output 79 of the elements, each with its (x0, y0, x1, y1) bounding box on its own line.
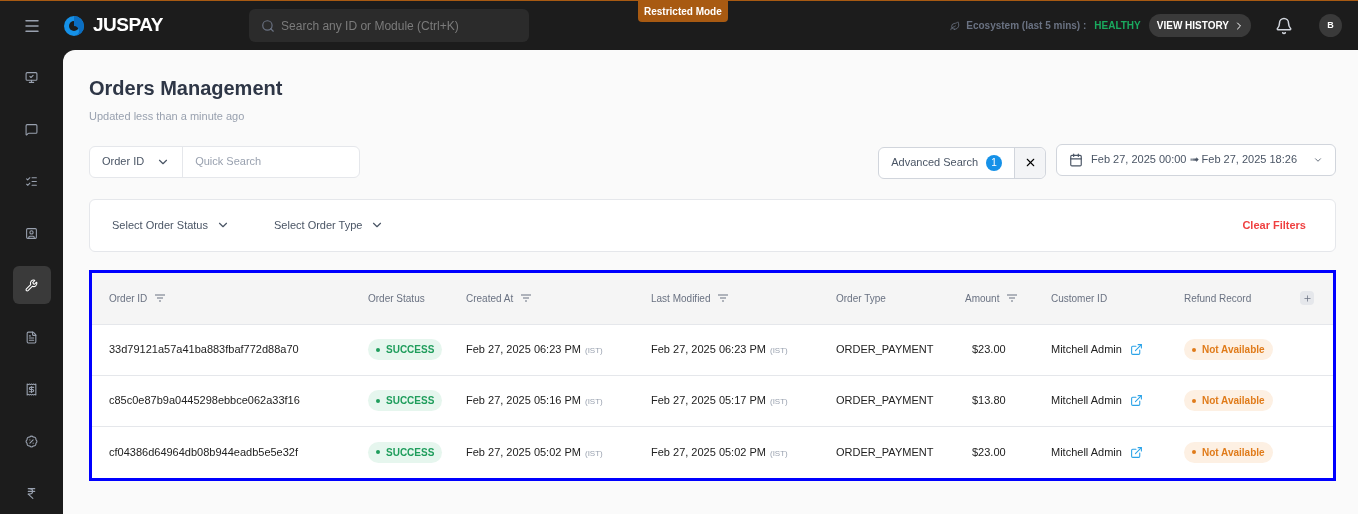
table-cell: $23.00 (972, 445, 1006, 458)
quick-search-field[interactable]: Order ID Quick Search (89, 145, 360, 178)
table-cell-text: Feb 27, 2025 06:23 PM (651, 342, 766, 358)
page-title: Orders Management (89, 76, 284, 100)
filter-icon[interactable] (521, 294, 532, 302)
calendar-icon (1069, 152, 1084, 167)
table-cell-text: Mitchell Admin (1051, 393, 1122, 409)
close-button[interactable] (1014, 147, 1046, 178)
column-header: Last Modified (651, 291, 711, 306)
timezone-label: (IST) (584, 345, 603, 358)
ecosystem-label: Ecosystem (last 5 mins) : (966, 19, 1087, 33)
table-cell: cf04386d64964db08b944eadb5e5e32f (109, 445, 299, 458)
table-cell: ORDER_PAYMENT (836, 343, 934, 356)
health-status: HEALTHY (1094, 19, 1141, 33)
column-header: Customer ID (1051, 291, 1108, 306)
filter-icon[interactable] (1007, 294, 1018, 302)
percent-icon (25, 434, 38, 448)
filter-dropdown[interactable]: Select Order Type (274, 216, 385, 234)
date-range-picker[interactable]: Feb 27, 2025 00:00 ➟ Feb 27, 2025 18:26 (1056, 143, 1336, 176)
timezone-label: (IST) (584, 396, 603, 409)
logo-icon (63, 14, 85, 37)
document-icon (25, 330, 38, 344)
column-header: Created At (466, 291, 514, 306)
filter-icon[interactable] (155, 294, 166, 302)
timezone-label: (IST) (769, 396, 788, 409)
page-subtitle: Updated less than a minute ago (89, 109, 246, 124)
table-cell-text: Feb 27, 2025 06:23 PM (466, 342, 581, 358)
timezone-label: (IST) (769, 447, 788, 460)
notifications-icon[interactable] (1275, 16, 1293, 35)
search-icon (261, 19, 276, 33)
table-cell-text: Feb 27, 2025 05:17 PM (651, 393, 766, 409)
clear-filters-link[interactable]: Clear Filters (1242, 216, 1306, 234)
brand-name: JUSPAY (93, 13, 164, 38)
message-icon (25, 122, 38, 136)
sidebar-item[interactable] (12, 266, 51, 304)
external-link-icon[interactable] (1129, 343, 1143, 356)
status-badge: Not Available (1184, 339, 1273, 360)
external-link-icon[interactable] (1129, 445, 1143, 459)
view-history-button[interactable]: VIEW HISTORY (1148, 14, 1251, 37)
table-cell-text: Mitchell Admin (1051, 444, 1122, 460)
filter-icon[interactable] (718, 294, 729, 302)
mode-badge: Restricted Mode (638, 1, 728, 22)
table-cell-text: Feb 27, 2025 05:16 PM (466, 393, 581, 409)
count-badge: 1 (986, 154, 1003, 171)
search-field[interactable]: Search any ID or Module (Ctrl+K) (249, 9, 530, 42)
leaf-icon (950, 20, 961, 31)
status-badge: SUCCESS (368, 441, 443, 463)
filter-dropdown[interactable]: Select Order Status (112, 216, 230, 234)
rupee-icon (25, 486, 38, 500)
plus-icon (1302, 293, 1312, 303)
monitor-icon (25, 70, 38, 84)
table-cell: ORDER_PAYMENT (836, 394, 934, 407)
table-cell: ORDER_PAYMENT (836, 445, 934, 458)
user-avatar[interactable]: B (1319, 14, 1342, 37)
receipt-icon (25, 382, 38, 396)
timezone-label: (IST) (769, 345, 788, 358)
column-header: Order ID (109, 291, 148, 306)
table-cell-text: Mitchell Admin (1051, 342, 1122, 358)
wrench-icon (25, 278, 38, 292)
column-header: Amount (965, 291, 1000, 306)
table-cell-text: Feb 27, 2025 05:02 PM (651, 444, 766, 460)
table-cell: $23.00 (972, 343, 1006, 356)
list-icon (25, 174, 38, 188)
table-cell: c85c0e87b9a0445298ebbce062a33f16 (109, 394, 300, 407)
status-badge: SUCCESS (368, 339, 443, 360)
status-badge: SUCCESS (368, 390, 443, 411)
table-cell-text: Feb 27, 2025 05:02 PM (466, 444, 581, 460)
table-cell: $13.80 (972, 394, 1006, 407)
status-badge: Not Available (1184, 441, 1273, 463)
column-header: Order Status (368, 291, 425, 306)
column-header: Refund Record (1184, 291, 1252, 306)
column-header: Order Type (836, 291, 886, 306)
user-icon (25, 226, 38, 240)
table-cell: 33d79121a57a41ba883fbaf772d88a70 (109, 343, 299, 356)
field-select[interactable]: Order ID (90, 146, 184, 177)
status-badge: Not Available (1184, 390, 1273, 411)
timezone-label: (IST) (584, 447, 603, 460)
external-link-icon[interactable] (1129, 394, 1143, 407)
add-column-button[interactable] (1300, 291, 1314, 305)
